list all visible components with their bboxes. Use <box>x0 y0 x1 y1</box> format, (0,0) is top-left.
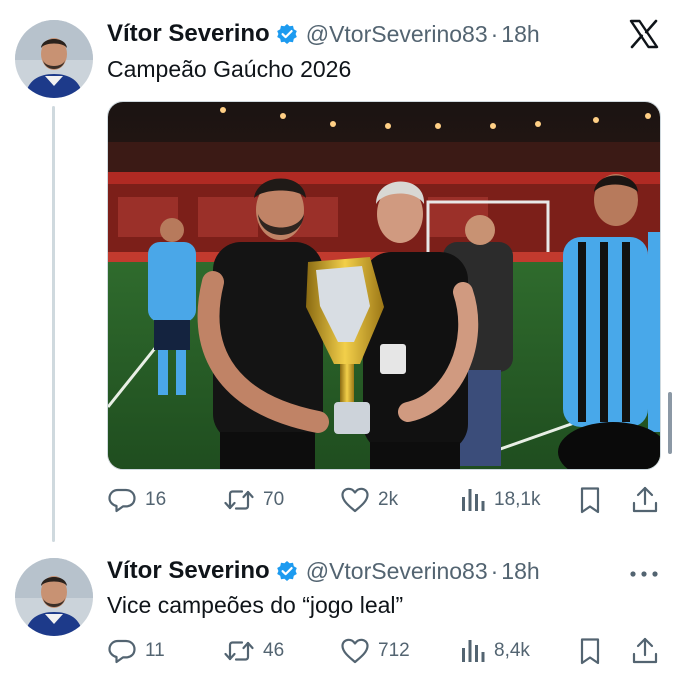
separator: · <box>490 20 499 47</box>
author-handle[interactable]: @VtorSeverino83 <box>306 21 488 48</box>
share-button[interactable] <box>631 484 659 516</box>
like-count: 2k <box>378 489 399 510</box>
tweet-text: Campeão Gaúcho 2026 <box>107 56 352 82</box>
views-count: 18,1k <box>494 489 541 510</box>
reply-button[interactable]: 16 <box>107 484 166 516</box>
bookmark-button[interactable] <box>577 635 603 667</box>
bookmark-icon <box>580 487 600 514</box>
reply-count: 16 <box>145 489 167 510</box>
like-button[interactable]: 2k <box>340 484 398 516</box>
avatar[interactable] <box>15 558 93 636</box>
views-icon <box>462 640 485 662</box>
retweet-count: 70 <box>263 489 285 510</box>
separator: · <box>490 557 499 584</box>
like-button[interactable]: 712 <box>340 635 410 667</box>
retweet-icon <box>224 490 254 510</box>
share-button[interactable] <box>631 635 659 667</box>
retweet-button[interactable]: 70 <box>223 484 284 516</box>
tweet-actions: 16 70 2k 18,1k <box>107 484 661 516</box>
timestamp[interactable]: 18h <box>501 21 539 48</box>
views-count: 8,4k <box>494 640 530 661</box>
verified-badge-icon <box>276 23 298 45</box>
retweet-button[interactable]: 46 <box>223 635 284 667</box>
reply-button[interactable]: 11 <box>107 635 165 667</box>
scrollbar[interactable] <box>668 392 672 454</box>
like-icon <box>341 638 369 664</box>
tweet-header: Vítor Severino @VtorSeverino83 · 18h <box>107 18 540 50</box>
like-icon <box>341 487 369 513</box>
author-name[interactable]: Vítor Severino <box>107 557 270 585</box>
bookmark-icon <box>580 638 600 665</box>
x-logo-icon[interactable] <box>628 18 660 50</box>
views-button[interactable]: 18,1k <box>460 484 540 516</box>
more-options-icon[interactable] <box>628 566 660 577</box>
share-icon <box>632 637 658 664</box>
bookmark-button[interactable] <box>577 484 603 516</box>
views-button[interactable]: 8,4k <box>460 635 530 667</box>
thread-line <box>52 106 55 542</box>
tweet-header: Vítor Severino @VtorSeverino83 · 18h <box>107 555 540 587</box>
like-count: 712 <box>378 640 410 661</box>
views-icon <box>462 489 485 511</box>
tweet-media-photo[interactable] <box>107 101 661 470</box>
share-icon <box>632 486 658 513</box>
reply-icon <box>108 488 136 513</box>
tweet-text: Vice campeões do “jogo leal” <box>107 592 404 618</box>
author-name[interactable]: Vítor Severino <box>107 20 270 48</box>
timestamp[interactable]: 18h <box>501 558 539 585</box>
author-handle[interactable]: @VtorSeverino83 <box>306 558 488 585</box>
reply-count: 11 <box>145 640 165 661</box>
retweet-icon <box>224 641 254 661</box>
reply-icon <box>108 639 136 664</box>
verified-badge-icon <box>276 560 298 582</box>
retweet-count: 46 <box>263 640 285 661</box>
avatar[interactable] <box>15 20 93 98</box>
tweet-actions: 11 46 712 8,4k <box>107 635 661 667</box>
